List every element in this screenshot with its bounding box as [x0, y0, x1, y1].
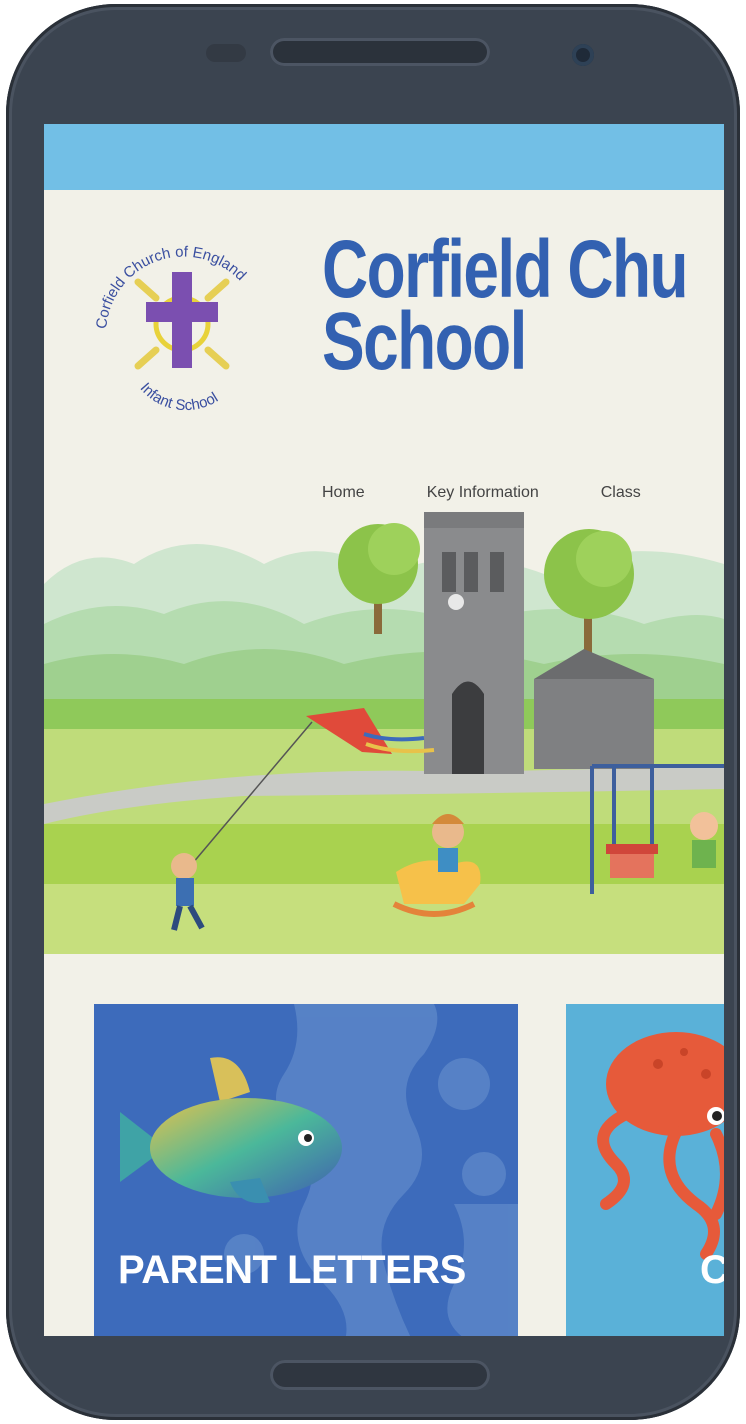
- fish-icon: [120, 1057, 342, 1204]
- top-bar: [44, 124, 724, 190]
- phone-frame: Corfield Church of England Infant School…: [6, 4, 740, 1420]
- quick-links: PARENT LETTERS C: [44, 1004, 724, 1336]
- home-button[interactable]: [270, 1360, 490, 1390]
- school-title-line2: School: [322, 296, 527, 387]
- school-title[interactable]: Corfield Chu School: [322, 229, 724, 387]
- hero-illustration: [44, 512, 724, 954]
- logo-text-bottom: Infant School: [137, 380, 221, 414]
- phone-screen: Corfield Church of England Infant School…: [44, 124, 724, 1336]
- tile-label: PARENT LETTERS: [118, 1248, 466, 1292]
- earpiece-speaker: [270, 38, 490, 66]
- tile-label: C: [700, 1248, 724, 1292]
- sensor-icon: [206, 44, 246, 62]
- svg-text:Infant School: Infant School: [137, 380, 221, 414]
- tile-second[interactable]: C: [566, 1004, 724, 1336]
- front-camera-icon: [572, 44, 594, 66]
- tile-parent-letters[interactable]: PARENT LETTERS: [94, 1004, 518, 1336]
- school-logo[interactable]: Corfield Church of England Infant School: [76, 234, 286, 414]
